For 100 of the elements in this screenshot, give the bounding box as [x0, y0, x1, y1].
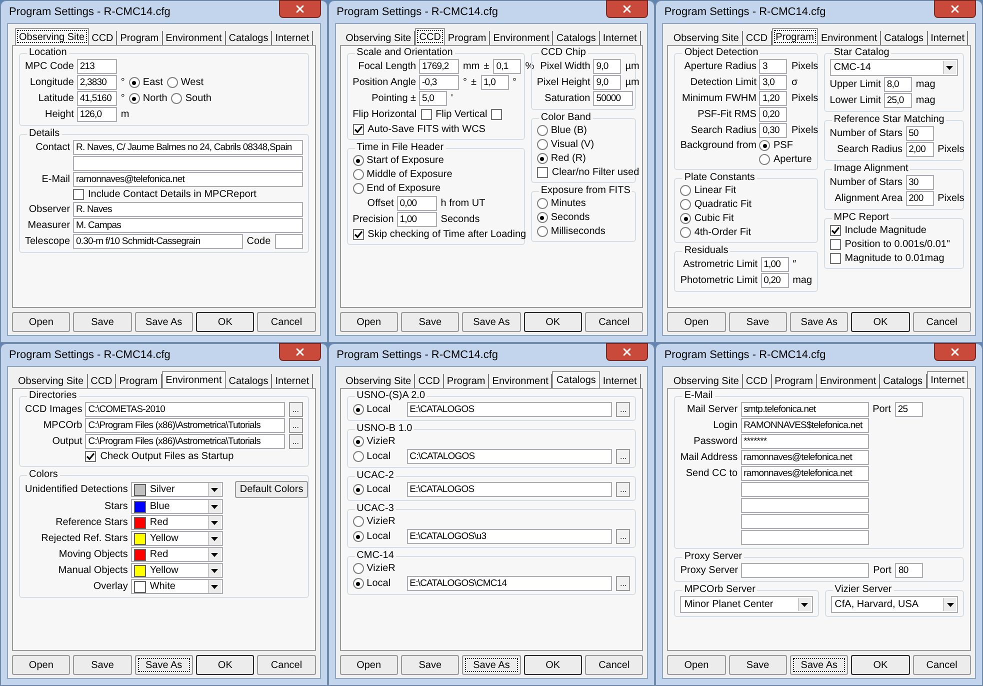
dialog-button[interactable]: Cancel — [912, 312, 971, 332]
input-field[interactable]: 50 — [906, 126, 934, 141]
dialog-button[interactable]: Save — [400, 655, 460, 675]
dropdown[interactable]: Yellow — [130, 563, 223, 578]
input-field[interactable]: 9,0 — [593, 75, 622, 90]
input-field[interactable]: 0,20 — [759, 107, 788, 122]
dialog-button[interactable]: Open — [340, 312, 398, 332]
dropdown[interactable]: Red — [130, 547, 223, 562]
dialog-button[interactable]: Save — [73, 312, 132, 332]
input-field[interactable]: 25 — [894, 402, 923, 417]
browse-button[interactable]: ... — [616, 402, 630, 417]
dropdown[interactable]: CfA, Harvard, USA — [830, 596, 958, 613]
input-field[interactable]: E:\CATALOGOS — [406, 482, 612, 497]
checkbox-option[interactable]: Include Contact Details in MPCReport — [73, 188, 256, 201]
checkbox-option[interactable]: Check Output Files as Startup — [85, 450, 234, 463]
input-field[interactable]: E:\CATALOGOS\u3 — [406, 529, 612, 544]
input-field[interactable] — [740, 498, 869, 513]
input-field[interactable]: 0,30 — [759, 123, 788, 138]
radio-option[interactable]: Milliseconds — [536, 225, 606, 238]
dropdown[interactable]: Red — [130, 515, 223, 530]
radio-option[interactable]: Local — [352, 530, 403, 543]
input-field[interactable]: 8,0 — [884, 77, 912, 92]
dialog-button[interactable]: Save As — [790, 655, 848, 675]
input-field[interactable]: 0,1 — [493, 59, 522, 74]
input-field[interactable]: 3,0 — [759, 75, 788, 90]
input-field[interactable]: ramonnaves@telefonica.net — [740, 466, 869, 481]
input-field[interactable] — [740, 482, 869, 497]
dropdown[interactable]: Silver — [130, 482, 223, 497]
dialog-button[interactable]: Cancel — [584, 312, 644, 332]
tab[interactable]: Environment — [162, 371, 226, 388]
close-button[interactable] — [278, 343, 321, 361]
tab[interactable]: Program — [772, 28, 818, 45]
dialog-button[interactable]: Cancel — [584, 655, 644, 675]
input-field[interactable]: 30 — [906, 175, 934, 190]
input-field[interactable]: 1,00 — [396, 212, 437, 227]
radio-option[interactable]: VizieR — [352, 435, 403, 448]
dialog-button[interactable]: Save As — [462, 655, 521, 675]
checkbox-option[interactable]: Skip checking of Time after Loading — [352, 228, 526, 241]
radio-option[interactable]: Aperture — [759, 153, 812, 166]
close-button[interactable] — [606, 0, 648, 18]
dialog-button[interactable]: Save — [400, 312, 460, 332]
dialog-button[interactable]: Save — [73, 655, 132, 675]
input-field[interactable]: ramonnaves@telefonica.net — [740, 450, 869, 465]
radio-option[interactable]: VizieR — [352, 515, 403, 528]
input-field[interactable]: 0,00 — [396, 196, 437, 211]
input-field[interactable]: 3 — [759, 59, 788, 74]
dropdown[interactable]: Minor Planet Center — [680, 596, 813, 613]
input-field[interactable]: ramonnaves@telefonica.net — [73, 172, 303, 187]
input-field[interactable]: 2,3830 — [76, 75, 117, 90]
dialog-button[interactable]: Cancel — [912, 655, 971, 675]
dialog-button[interactable]: Save As — [134, 655, 193, 675]
radio-option[interactable]: Quadratic Fit — [680, 198, 752, 211]
input-field[interactable]: 213 — [76, 59, 117, 74]
tab[interactable]: Observing Site — [15, 28, 89, 45]
browse-button[interactable]: ... — [288, 402, 303, 417]
dropdown[interactable]: CMC-14 — [830, 59, 958, 76]
dialog-button[interactable]: Open — [667, 312, 726, 332]
dialog-button[interactable]: OK — [851, 655, 910, 675]
close-button[interactable] — [606, 343, 648, 361]
radio-option[interactable]: VizieR — [352, 562, 403, 575]
input-field[interactable]: 126,0 — [76, 107, 117, 122]
input-field[interactable]: ******* — [740, 434, 869, 449]
close-button[interactable] — [278, 0, 321, 18]
radio-option[interactable]: Local — [352, 483, 403, 496]
radio-option[interactable]: East — [128, 76, 163, 89]
input-field[interactable]: 41,5160 — [76, 91, 117, 106]
dialog-button[interactable]: Save As — [790, 312, 848, 332]
input-field[interactable]: 0,20 — [760, 273, 789, 288]
radio-option[interactable]: Blue (B) — [536, 124, 588, 137]
checkbox-option[interactable]: Include Magnitude — [830, 224, 926, 237]
checkbox-option[interactable]: Magnitude to 0.01mag — [830, 252, 944, 265]
close-button[interactable] — [934, 343, 976, 361]
checkbox-option[interactable]: Clear/no Filter used — [536, 166, 640, 179]
input-field[interactable] — [741, 563, 870, 578]
browse-button[interactable]: ... — [616, 449, 630, 464]
radio-option[interactable]: South — [171, 92, 212, 105]
radio-option[interactable]: End of Exposure — [352, 182, 441, 195]
input-field[interactable]: C:\Program Files (x86)\Astrometrica\Tutorials — [85, 418, 285, 433]
input-field[interactable]: RAMONNAVES$telefonica.net — [740, 418, 869, 433]
dialog-button[interactable]: Save — [728, 655, 787, 675]
input-field[interactable]: 200 — [906, 191, 934, 206]
dialog-button[interactable]: Open — [340, 655, 398, 675]
input-field[interactable]: C:\CATALOGOS — [406, 449, 612, 464]
input-field[interactable]: -0,3 — [419, 75, 460, 90]
radio-option[interactable]: Start of Exposure — [352, 154, 444, 167]
input-field[interactable]: 25,0 — [884, 93, 912, 108]
input-field[interactable]: 1,20 — [759, 91, 788, 106]
dialog-button[interactable]: Cancel — [257, 655, 316, 675]
radio-option[interactable]: Cubic Fit — [680, 212, 734, 225]
radio-option[interactable]: Visual (V) — [536, 138, 594, 151]
browse-button[interactable]: ... — [616, 529, 630, 544]
dialog-button[interactable]: OK — [524, 312, 582, 332]
radio-option[interactable]: West — [166, 76, 204, 89]
browse-button[interactable]: ... — [616, 482, 630, 497]
input-field[interactable]: E:\CATALOGOS\CMC14 — [406, 576, 612, 591]
dialog-button[interactable]: OK — [524, 655, 582, 675]
tab[interactable]: CCD — [415, 28, 445, 45]
input-field[interactable]: C:\Program Files (x86)\Astrometrica\Tutorials — [85, 434, 285, 449]
radio-option[interactable]: North — [128, 92, 168, 105]
input-field[interactable]: E:\CATALOGOS — [406, 402, 612, 417]
